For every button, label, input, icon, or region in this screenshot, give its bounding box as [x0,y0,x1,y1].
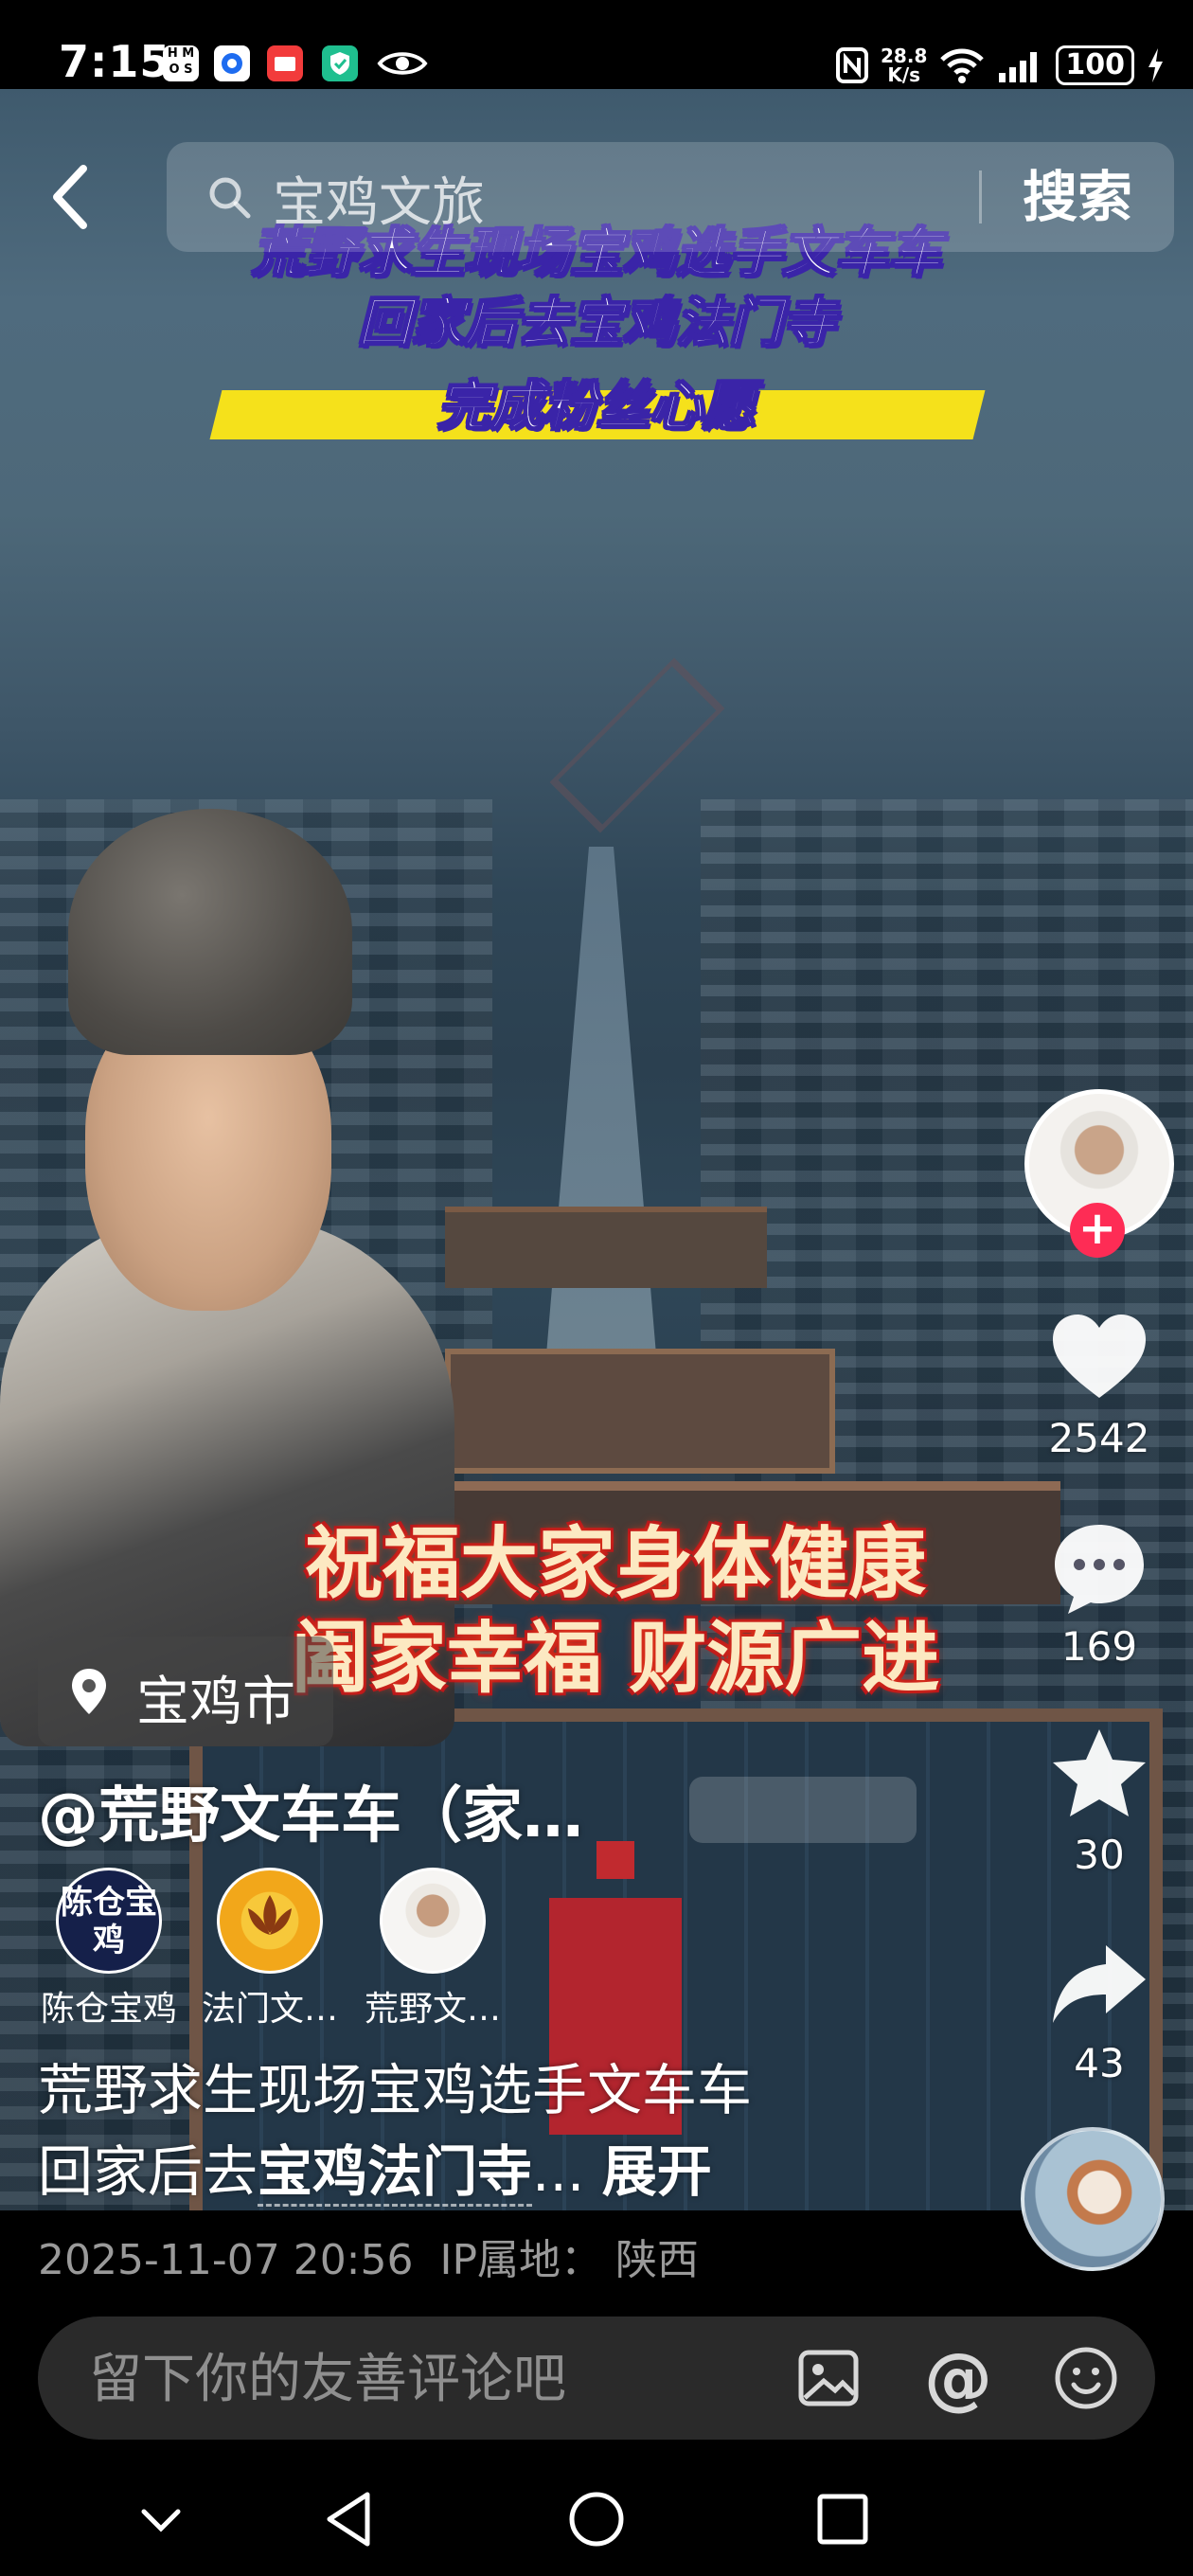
related-account[interactable]: 荒野文… [343,1868,523,2030]
mail-notification-icon [267,45,303,81]
battery-level: 100 [1056,45,1134,85]
comment-count: 169 [1060,1623,1138,1670]
network-speed: 28.8 K/s [881,46,927,84]
share-button[interactable]: 43 [1038,1932,1161,2086]
ip-location: 陕西 [615,2236,699,2284]
search-button[interactable]: 搜索 [992,157,1163,237]
nav-home-button[interactable] [559,2481,634,2557]
ip-label: IP属地： [439,2236,602,2284]
mention-icon[interactable]: @ [924,2344,992,2412]
related-account-avatar [217,1868,323,1974]
star-icon [1053,1729,1146,1816]
hide-nav-button[interactable] [123,2481,199,2557]
video-headline: 回家后去宝鸡法门寺 [357,292,836,355]
network-speed-unit: K/s [887,63,921,86]
description-ellipsis: ... [532,2139,585,2204]
charging-icon [1148,48,1163,82]
post-datetime: 2025-11-07 20:56 [38,2236,414,2284]
search-divider [979,170,982,224]
status-right: 28.8 K/s 100 [835,42,1165,89]
comment-bar[interactable]: @ [38,2317,1155,2440]
chevron-down-icon [141,2509,181,2532]
nav-recents-button[interactable] [805,2481,881,2557]
author-name[interactable]: @荒野文车车（家… [38,1767,583,1854]
related-account[interactable]: 法门文… [180,1868,360,2030]
related-account[interactable]: 陈仓宝鸡 陈仓宝鸡 [19,1868,199,2030]
nfc-icon [836,47,869,83]
comment-bubble-icon [1055,1525,1144,1614]
emoji-icon[interactable] [1053,2345,1119,2411]
square-recents-icon [817,2494,868,2545]
cellular-signal-icon [999,52,1038,82]
back-button[interactable] [40,159,108,235]
image-picker-icon[interactable] [795,2345,862,2411]
share-arrow-icon [1053,1945,1146,2023]
like-button[interactable]: 2542 [1038,1307,1161,1461]
triangle-back-icon [327,2492,370,2547]
related-account-avatar: 陈仓宝鸡 [56,1868,162,1974]
comment-button[interactable]: 169 [1038,1515,1161,1670]
related-account-name: 陈仓宝鸡 [40,1990,177,2029]
blurred-overlay [689,1777,917,1843]
favorite-count: 30 [1074,1832,1125,1878]
comment-input[interactable] [87,2335,810,2423]
related-account-name: 法门文… [201,1990,338,2029]
music-disc[interactable] [1021,2127,1165,2271]
status-time: 7:15 [59,36,171,87]
temple-pagoda [549,657,725,833]
post-meta: 2025-11-07 20:56 IP属地： 陕西 [38,2226,699,2286]
circle-home-icon [569,2492,624,2547]
search-input[interactable] [271,155,937,241]
heart-icon [1053,1315,1146,1398]
search-icon [209,177,251,219]
description-line: 荒野求生现场宝鸡选手文车车 [38,2058,753,2122]
follow-plus-button[interactable]: + [1070,1203,1125,1258]
temple-gate [596,1841,634,1879]
nav-back-button[interactable] [312,2481,388,2557]
like-count: 2542 [1048,1415,1150,1461]
video-blessing-caption: 阖家幸福 财源广进 [291,1613,940,1704]
status-bar: 7:15 H MO S 28.8 K/s 100 [0,0,1193,89]
wifi-icon [940,48,985,83]
video-headline: 完成粉丝心愿 [436,375,757,438]
location-tag[interactable]: 宝鸡市 [38,1637,333,1746]
app-notification-icon [214,45,250,81]
temple-hall [445,1349,835,1474]
related-account-avatar [380,1868,486,1974]
chevron-left-icon [53,165,87,229]
location-text: 宝鸡市 [136,1672,295,1733]
related-account-name: 荒野文… [364,1990,501,2029]
system-nav-bar [0,2453,1193,2576]
expand-description-button[interactable]: 展开 [602,2139,712,2204]
shield-notification-icon [322,45,358,81]
description-hashtag-link[interactable]: 宝鸡法门寺 [258,2139,533,2207]
temple-hall [445,1207,767,1288]
temple-avenue [540,847,663,1434]
favorite-button[interactable]: 30 [1038,1724,1161,1878]
hmos-notification-icon: H MO S [163,45,199,81]
share-count: 43 [1074,2040,1125,2086]
location-pin-icon [72,1669,106,1714]
description-line: 回家后去 [38,2139,258,2204]
lotus-logo-icon [248,1895,292,1935]
video-description: 荒野求生现场宝鸡选手文车车 回家后去宝鸡法门寺... 展开 [38,2049,752,2212]
presenter-hat [68,809,352,1055]
search-bar[interactable]: 搜索 [167,142,1174,252]
eye-icon [377,45,428,81]
